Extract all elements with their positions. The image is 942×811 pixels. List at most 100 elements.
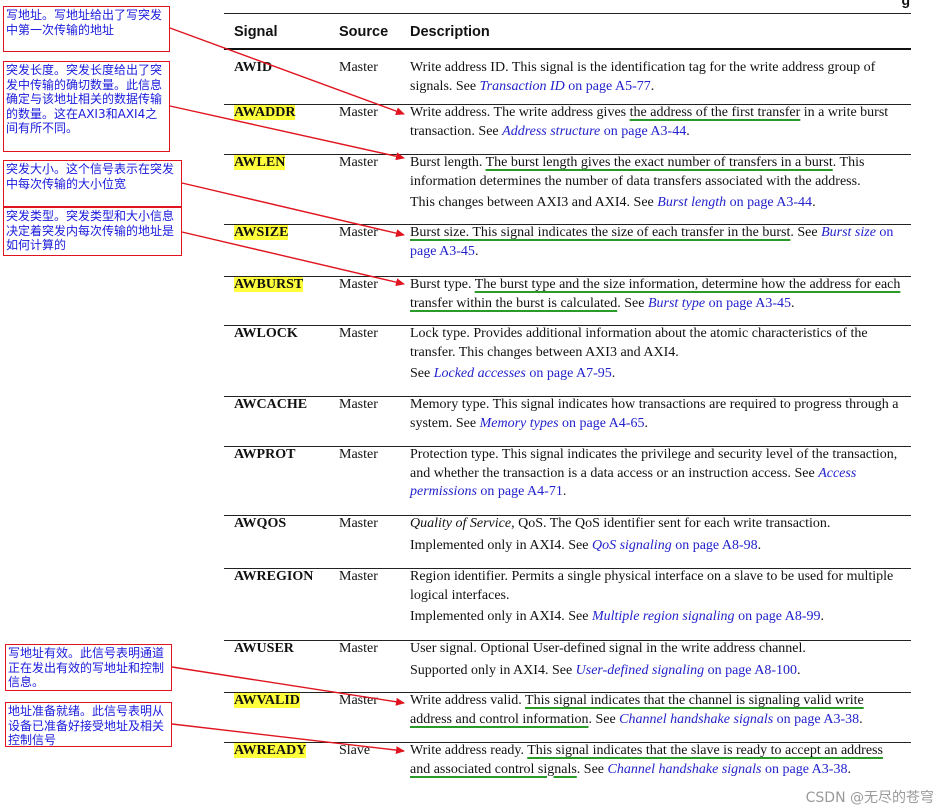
signal-source: Master [339,277,378,292]
description-text: Write address ready. [410,743,528,758]
cross-reference-page[interactable]: on page A5-77 [565,79,650,94]
note-awsize: 突发大小。这个信号表示在突发中每次传输的大小位宽 [3,160,182,207]
description-text: . [797,662,801,678]
cross-reference-page[interactable]: on page A8-98 [672,538,757,553]
underlined-text: Burst size. This signal indicates the si… [410,225,791,240]
signal-source: Master [339,225,378,240]
table-row: AWUSER Master User signal. Optional User-d… [224,640,911,692]
table-row: AWBURST Master Burst type. The burst type … [224,276,911,325]
cross-reference-page[interactable]: on page A3-38 [762,762,847,777]
description-text: Write address valid. [410,693,526,708]
signal-description: Write address ID. This signal is the ide… [410,59,905,96]
corner-fragment: g [901,0,910,8]
table-row: AWVALID Master Write address valid. This s… [224,692,911,742]
cross-reference-link[interactable]: Burst size [821,225,876,240]
signal-source: Master [339,516,378,531]
signal-description: Write address ready. This signal indicat… [410,742,905,779]
cross-reference-link[interactable]: QoS signaling [592,538,672,553]
cross-reference-page[interactable]: on page A3-45 [705,296,791,311]
description-text: Implemented only in AXI4. See [410,609,592,624]
signal-name: AWVALID [234,693,300,708]
signal-name: AWLEN [234,155,286,170]
signal-description: Write address valid. This signal indicat… [410,692,905,729]
description-text: . [562,484,567,499]
table-row: AWLEN Master Burst length. The burst lengt… [224,154,911,224]
cross-reference-page[interactable]: on page A3-44 [726,195,812,210]
signal-description: User signal. Optional User-defined signa… [410,640,905,680]
cross-reference-page[interactable]: on page A8-100 [704,663,797,678]
description-text: . [757,537,762,553]
cross-reference-link[interactable]: Burst type [648,296,705,311]
note-awlen: 突发长度。突发长度给出了突发中传输的确切数量。此信息确定与该地址相关的数据传输的… [3,61,170,152]
cross-reference-page[interactable]: on page A3-44 [600,124,686,139]
signal-source: Slave [339,743,371,758]
table-row: AWQOS Master Quality of Service, QoS. The … [224,515,911,568]
signal-name: AWUSER [234,641,294,656]
cross-reference-link[interactable]: Transaction ID [480,79,565,94]
signal-source: Master [339,155,378,170]
signal-description: Burst type. The burst type and the size … [410,276,905,313]
description-text: . [859,711,863,727]
signal-description: Protection type. This signal indicates t… [410,446,905,502]
cross-reference-link[interactable]: Burst length [657,195,726,210]
header-rule [224,48,911,50]
signal-source: Master [339,569,378,584]
signal-name: AWREADY [234,743,307,758]
signal-name: AWLOCK [234,326,298,341]
cross-reference-link[interactable]: User-defined signaling [576,663,704,678]
signal-name: AWID [234,60,273,75]
signal-source: Master [339,641,378,656]
description-text: . [847,761,851,777]
cross-reference-link[interactable]: Address structure [502,124,600,139]
signal-name: AWBURST [234,277,304,292]
table-row: AWID Master Write address ID. This signal … [224,59,911,104]
signal-name: AWSIZE [234,225,289,240]
description-text: . See [576,761,608,777]
signal-source: Master [339,326,378,341]
description-text: . See [617,295,648,311]
signal-source: Master [339,397,378,412]
description-text: . [812,195,816,210]
description-text: Implemented only in AXI4. See [410,537,592,553]
italic-text: Quality of Service [410,516,512,531]
header-source: Source [339,24,389,40]
signal-name: AWPROT [234,447,296,462]
cross-reference-link[interactable]: Channel handshake signals [619,712,773,727]
cross-reference-link[interactable]: Memory types [480,416,559,431]
cross-reference-link[interactable]: Multiple region signaling [592,609,735,624]
description-text: . [791,295,795,311]
signal-description: Lock type. Provides additional informati… [410,325,905,384]
underlined-text: The burst length gives the exact number … [485,155,833,170]
description-text: . See [588,711,620,727]
cross-reference-page[interactable]: on page A4-71 [477,484,562,499]
signal-name: AWADDR [234,105,296,120]
underlined-text: the address of the first transfer [629,105,801,120]
description-text: Region identifier. Permits a single phys… [410,569,894,603]
header-description: Description [410,24,490,40]
cross-reference-page[interactable]: on page A3-38 [773,712,859,727]
description-text: . [650,78,655,94]
description-text: . [644,415,648,431]
note-awready: 地址准备就绪。此信号表明从设备已准备好接受地址及相关控制信号 [5,702,172,747]
cross-reference-link[interactable]: Locked accesses [434,366,526,381]
description-text: . [474,243,479,259]
description-text: Write address. The write address gives [410,105,630,120]
note-awaddr: 写地址。写地址给出了写突发中第一次传输的地址 [3,6,170,52]
description-text: This changes between AXI3 and AXI4. See [410,195,658,210]
cross-reference-page[interactable]: on page A4-65 [559,416,644,431]
cross-reference-page[interactable]: on page A7-95 [526,366,611,381]
signal-source: Master [339,693,378,708]
signal-source: Master [339,105,378,120]
signal-name: AWREGION [234,569,314,584]
description-text: User signal. Optional User-defined signa… [410,641,806,656]
description-text: See [410,366,434,381]
cross-reference-link[interactable]: Channel handshake signals [608,762,762,777]
table-row: AWPROT Master Protection type. This signal… [224,446,911,515]
description-text: Lock type. Provides additional informati… [410,326,868,360]
signal-description: Burst length. The burst length gives the… [410,154,905,213]
signal-description: Burst size. This signal indicates the si… [410,224,905,261]
cross-reference-page[interactable]: on page A8-99 [735,609,820,624]
signal-name: AWQOS [234,516,287,531]
description-text: Supported only in AXI4. See [410,662,576,678]
note-awburst: 突发类型。突发类型和大小信息决定着突发内每次传输的地址是如何计算的 [3,207,182,256]
